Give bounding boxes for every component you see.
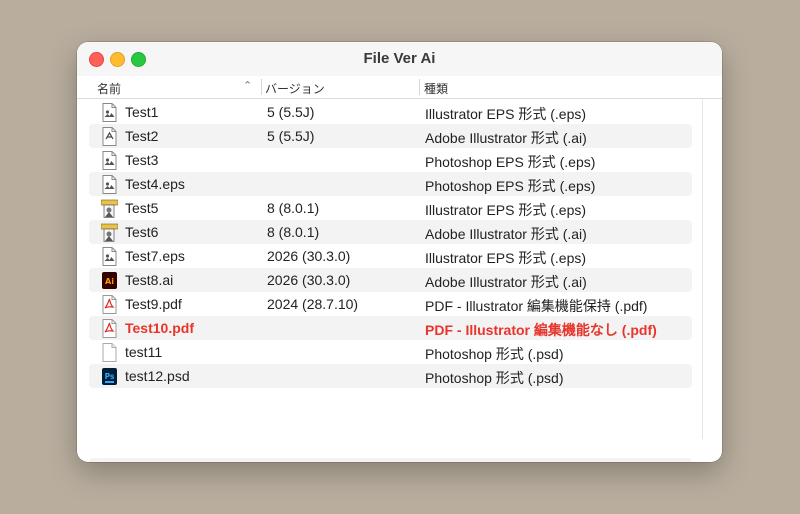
- file-kind: Photoshop 形式 (.psd): [425, 370, 564, 386]
- illustrator8-icon: [100, 199, 119, 218]
- eps-doc-icon: [101, 103, 118, 122]
- file-name: Test7.eps: [125, 248, 185, 264]
- file-row[interactable]: test11 Photoshop 形式 (.psd): [89, 340, 692, 364]
- file-kind: PDF - Illustrator 編集機能なし (.pdf): [425, 322, 657, 338]
- file-name: Test3: [125, 152, 159, 168]
- file-kind: Illustrator EPS 形式 (.eps): [425, 250, 587, 266]
- column-header-version[interactable]: バージョン: [265, 80, 325, 97]
- file-name: Test10.pdf: [125, 320, 194, 336]
- file-row[interactable]: Test10.pdf PDF - Illustrator 編集機能なし (.pdf…: [89, 316, 692, 340]
- file-name: Test5: [125, 200, 159, 216]
- file-kind: PDF - Illustrator 編集機能保持 (.pdf): [425, 298, 648, 314]
- eps-doc-icon: [101, 175, 118, 194]
- file-row[interactable]: Test6 8 (8.0.1) Adobe Illustrator 形式 (.ai): [89, 220, 692, 244]
- file-row[interactable]: Test5 8 (8.0.1) Illustrator EPS 形式 (.eps): [89, 196, 692, 220]
- file-row[interactable]: Test3 Photoshop EPS 形式 (.eps): [89, 148, 692, 172]
- file-kind: Photoshop EPS 形式 (.eps): [425, 154, 596, 170]
- file-name: Test2: [125, 128, 159, 144]
- eps-doc-icon: [101, 247, 118, 266]
- file-kind: Adobe Illustrator 形式 (.ai): [425, 130, 587, 146]
- pdf-icon: [101, 319, 118, 338]
- ai-doc-icon: [101, 127, 118, 146]
- file-list: Test1 5 (5.5J) Illustrator EPS 形式 (.eps) Te…: [89, 100, 692, 388]
- psd-icon: Ps: [101, 367, 118, 386]
- file-name: Test8.ai: [125, 272, 174, 288]
- file-name: Test6: [125, 224, 159, 240]
- scrollbar-track[interactable]: [702, 99, 703, 439]
- file-row[interactable]: Test2 5 (5.5J) Adobe Illustrator 形式 (.ai): [89, 124, 692, 148]
- finder-window: File Ver Ai 名前 ⌃ バージョン 種類 Test1 5 (5.5J) I…: [77, 42, 722, 462]
- column-header: 名前 ⌃ バージョン 種類: [77, 76, 722, 99]
- file-version: 2024 (28.7.10): [267, 296, 359, 312]
- file-kind: Adobe Illustrator 形式 (.ai): [425, 226, 587, 242]
- file-row[interactable]: Ps test12.psd Photoshop 形式 (.psd): [89, 364, 692, 388]
- file-kind: Photoshop 形式 (.psd): [425, 346, 564, 362]
- file-version: 5 (5.5J): [267, 128, 315, 144]
- column-divider[interactable]: [261, 79, 262, 95]
- file-name: Test4.eps: [125, 176, 185, 192]
- file-kind: Adobe Illustrator 形式 (.ai): [425, 274, 587, 290]
- file-version: 2026 (30.3.0): [267, 272, 351, 288]
- window-title: File Ver Ai: [363, 50, 436, 67]
- file-version: 2026 (30.3.0): [267, 248, 351, 264]
- svg-text:Ai: Ai: [105, 277, 114, 286]
- file-name: test12.psd: [125, 368, 190, 384]
- ai-app-icon: Ai: [101, 271, 118, 290]
- pdf-icon: [101, 295, 118, 314]
- empty-row: [89, 458, 692, 462]
- file-kind: Illustrator EPS 形式 (.eps): [425, 106, 587, 122]
- column-divider[interactable]: [419, 79, 420, 95]
- column-header-kind[interactable]: 種類: [424, 80, 448, 97]
- column-header-name[interactable]: 名前: [97, 80, 121, 97]
- file-row[interactable]: Ai Test8.ai 2026 (30.3.0) Adobe Illustrator…: [89, 268, 692, 292]
- file-version: 8 (8.0.1): [267, 200, 320, 216]
- eps-doc-icon: [101, 151, 118, 170]
- title-bar: File Ver Ai: [77, 42, 722, 76]
- illustrator8-icon: [100, 223, 119, 242]
- file-version: 5 (5.5J): [267, 104, 315, 120]
- blank-doc-icon: [101, 343, 118, 362]
- file-kind: Photoshop EPS 形式 (.eps): [425, 178, 596, 194]
- file-name: Test1: [125, 104, 159, 120]
- file-row[interactable]: Test9.pdf 2024 (28.7.10) PDF - Illustrator…: [89, 292, 692, 316]
- file-row[interactable]: Test7.eps 2026 (30.3.0) Illustrator EPS 形式…: [89, 244, 692, 268]
- file-kind: Illustrator EPS 形式 (.eps): [425, 202, 587, 218]
- sort-ascending-icon[interactable]: ⌃: [243, 79, 252, 92]
- svg-text:Ps: Ps: [105, 372, 115, 381]
- file-row[interactable]: Test1 5 (5.5J) Illustrator EPS 形式 (.eps): [89, 100, 692, 124]
- file-name: test11: [125, 344, 163, 360]
- file-name: Test9.pdf: [125, 296, 182, 312]
- file-version: 8 (8.0.1): [267, 224, 320, 240]
- file-row[interactable]: Test4.eps Photoshop EPS 形式 (.eps): [89, 172, 692, 196]
